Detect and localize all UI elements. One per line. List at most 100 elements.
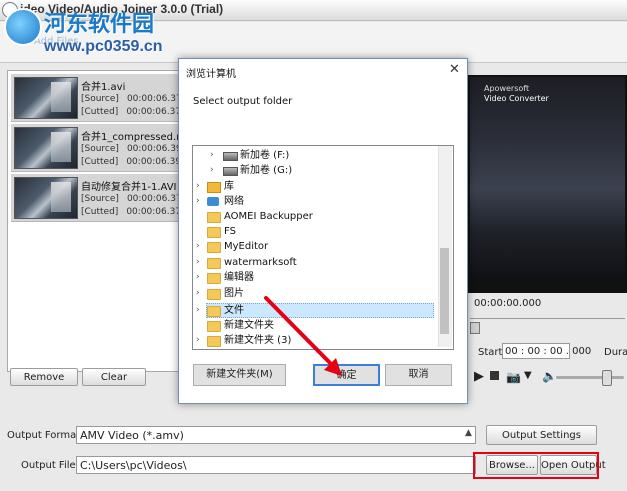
play-icon[interactable]: ▶ [474,369,484,384]
output-file-label: Output File: [21,460,80,471]
tree-item-label: AOMEI Backupper [224,211,313,222]
tree-item-library[interactable]: › 库 [193,179,443,194]
file-list[interactable]: 合并1.avi [Source]00:00:06.37412 [Cutted]0… [7,70,205,372]
file-list-item[interactable]: 合并1_compressed.mov [Source]00:00:06.3971… [11,124,205,172]
tree-item-folder[interactable]: AOMEI Backupper [193,209,443,224]
tree-item-folder[interactable]: › watermarksoft [193,255,443,270]
chevron-up-icon[interactable]: ▲ [465,428,472,438]
stop-icon[interactable] [490,371,499,380]
dropdown-arrow-icon[interactable]: ▼ [524,370,532,381]
drive-icon [223,152,238,161]
output-file-input[interactable]: C:\Users\pc\Videos\ [76,456,476,474]
close-icon[interactable]: ✕ [449,62,460,77]
chevron-right-icon[interactable]: › [196,270,200,285]
folder-icon [207,289,221,300]
folder-icon [207,258,221,269]
clear-button[interactable]: Clear [82,368,146,386]
tree-item-folder[interactable]: FS [193,224,443,239]
watermark-url: www.pc0359.cn [44,38,163,55]
folder-tree[interactable]: › 新加卷 (F:) › 新加卷 (G:) › 库 › 网络 AOMEI Bac… [192,145,454,350]
seek-bar[interactable] [470,318,625,329]
cut-row: [Cutted] 00:00:06.374 [81,107,187,117]
file-list-item[interactable]: 合并1.avi [Source]00:00:06.37412 [Cutted]0… [11,74,205,122]
volume-handle[interactable] [602,370,612,386]
scrollbar-thumb[interactable] [440,248,449,334]
chevron-right-icon[interactable]: › [196,286,200,301]
tree-item-label: 新建文件夹 [224,320,274,331]
seek-time: 00:00:00.000 [474,298,542,309]
library-icon [207,182,221,193]
source-label: [Source] [81,94,119,104]
preview-caption-brand: Apowersoft [484,84,530,93]
new-folder-button[interactable]: 新建文件夹(M) [193,364,286,386]
tree-item-folder[interactable]: › 图片 [193,286,443,301]
file-name: 自动修复合并1-1.AVI [81,182,177,193]
chevron-right-icon[interactable]: › [210,148,214,163]
cut-label: [Cutted] [81,157,119,167]
tree-item-folder[interactable]: › 编辑器 [193,270,443,285]
tree-item-network[interactable]: › 网络 [193,194,443,209]
file-name: 合并1.avi [81,82,126,93]
output-settings-button[interactable]: Output Settings [486,425,597,445]
watermark-logo-icon [4,8,42,46]
volume-icon[interactable]: 🔈 [542,369,557,383]
tree-item-label: 新建文件夹 (3) [224,335,292,346]
cut-label: [Cutted] [81,107,119,117]
network-icon [207,197,219,206]
tree-item-label: 新加卷 (F:) [240,150,290,161]
source-label: [Source] [81,194,119,204]
chevron-right-icon[interactable]: › [196,333,200,348]
folder-icon [207,273,221,284]
tree-item-folder[interactable]: 新建文件夹 [193,318,443,333]
folder-icon [207,306,221,317]
folder-icon [207,212,221,223]
snapshot-camera-icon[interactable]: 📷 [506,370,521,384]
highlight-box [473,452,599,479]
output-format-label: Output Format: [7,430,84,441]
tree-item-label: 图片 [224,288,244,299]
folder-icon [207,336,221,347]
tree-item-label: 编辑器 [224,272,254,283]
cut-row: [Cutted] 00:00:06.374 [81,207,187,217]
duration-label: Dura [604,347,627,358]
source-label: [Source] [81,144,119,154]
tree-item-folder[interactable]: › MyEditor [193,239,443,254]
chevron-right-icon[interactable]: › [196,179,200,194]
chevron-right-icon[interactable]: › [196,255,200,270]
preview-frame [470,77,625,282]
video-thumbnail [14,77,78,119]
cut-label: [Cutted] [81,207,119,217]
chevron-right-icon[interactable]: › [210,163,214,178]
tree-item-drive-g[interactable]: › 新加卷 (G:) [193,163,443,178]
chevron-right-icon[interactable]: › [196,194,200,209]
video-thumbnail [14,177,78,219]
cancel-button[interactable]: 取消 [385,364,452,386]
tree-item-label: MyEditor [224,241,269,252]
tree-item-label: 文件 [224,305,244,316]
file-list-item[interactable]: 自动修复合并1-1.AVI [Source]00:00:06.37412 [Cu… [11,174,205,222]
tree-item-label: 网络 [224,196,244,207]
preview-caption-product: Video Converter [484,94,549,103]
chevron-right-icon[interactable]: › [196,239,200,254]
ok-button[interactable]: 确定 [313,364,380,386]
folder-icon [207,242,221,253]
drive-icon [223,167,238,176]
start-time-input[interactable]: 00 : 00 : 00 . 000 [502,343,591,359]
seek-handle[interactable] [470,322,480,334]
watermark-title: 河东软件园 [44,12,155,37]
cut-row: [Cutted] 00:00:06.397 [81,157,187,167]
tree-item-label: watermarksoft [224,257,297,268]
dialog-title: 浏览计算机 [186,69,236,80]
remove-button[interactable]: Remove [10,368,78,386]
folder-icon [207,227,221,238]
tree-item-folder-selected[interactable]: › 文件 [193,303,443,318]
volume-slider[interactable] [556,376,624,379]
tree-item-drive-f[interactable]: › 新加卷 (F:) [193,148,443,163]
tree-item-label: 新加卷 (G:) [240,165,293,176]
folder-icon [207,321,221,332]
output-format-select[interactable]: AMV Video (*.amv) [76,426,476,444]
tree-item-folder[interactable]: › 新建文件夹 (3) [193,333,443,348]
dialog-prompt: Select output folder [193,96,293,107]
video-thumbnail [14,127,78,169]
chevron-right-icon[interactable]: › [196,303,200,318]
